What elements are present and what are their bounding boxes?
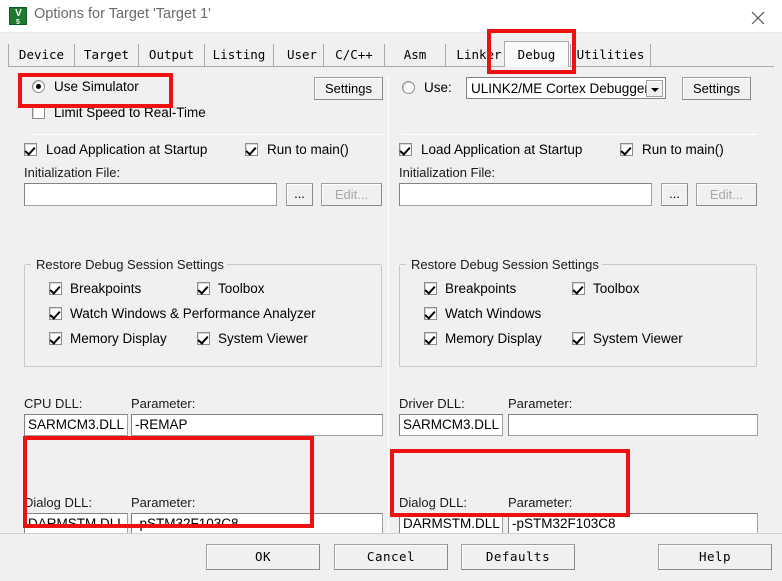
simulator-panel: Use Simulator Limit Speed to Real-Time S… bbox=[18, 73, 388, 559]
left-memory-display-checkbox[interactable] bbox=[49, 332, 62, 345]
left-init-file-input[interactable] bbox=[24, 183, 277, 206]
left-browse-button[interactable]: ... bbox=[286, 183, 313, 206]
left-init-file-label: Initialization File: bbox=[24, 165, 121, 180]
left-breakpoints-checkbox[interactable] bbox=[49, 282, 62, 295]
left-toolbox-checkbox[interactable] bbox=[197, 282, 210, 295]
use-simulator-label[interactable]: Use Simulator bbox=[54, 79, 139, 94]
left-dialog-parameter-input[interactable]: -pSTM32F103C8 bbox=[131, 513, 383, 535]
tab-c-cpp[interactable]: C/C++ bbox=[323, 44, 385, 66]
left-system-viewer-label[interactable]: System Viewer bbox=[218, 331, 308, 346]
right-browse-button[interactable]: ... bbox=[661, 183, 688, 206]
tab-device[interactable]: Device bbox=[8, 44, 75, 66]
right-run-to-main-label[interactable]: Run to main() bbox=[642, 142, 724, 157]
right-load-application-label[interactable]: Load Application at Startup bbox=[421, 142, 582, 157]
tab-target[interactable]: Target bbox=[74, 44, 139, 66]
right-breakpoints-checkbox[interactable] bbox=[424, 282, 437, 295]
right-restore-session-title: Restore Debug Session Settings bbox=[408, 257, 602, 272]
debugger-panel: Use: ULINK2/ME Cortex Debugger Settings … bbox=[390, 73, 768, 559]
panel-divider bbox=[388, 75, 389, 559]
right-dialog-parameter-label: Parameter: bbox=[508, 495, 573, 510]
chevron-down-icon[interactable] bbox=[646, 80, 663, 97]
limit-speed-checkbox[interactable] bbox=[32, 106, 45, 119]
right-load-application-checkbox[interactable] bbox=[399, 143, 412, 156]
left-dialog-dll-label: Dialog DLL: bbox=[24, 495, 92, 510]
driver-parameter-label: Parameter: bbox=[508, 396, 573, 411]
left-dialog-parameter-label: Parameter: bbox=[131, 495, 196, 510]
right-run-to-main-checkbox[interactable] bbox=[620, 143, 633, 156]
tab-underline bbox=[8, 66, 774, 67]
tab-output[interactable]: Output bbox=[138, 44, 205, 66]
driver-parameter-input[interactable] bbox=[508, 414, 758, 436]
right-watch-windows-label[interactable]: Watch Windows bbox=[445, 306, 541, 321]
right-breakpoints-label[interactable]: Breakpoints bbox=[445, 281, 516, 296]
window-title: Options for Target 'Target 1' bbox=[34, 6, 211, 22]
left-breakpoints-label[interactable]: Breakpoints bbox=[70, 281, 141, 296]
right-dialog-dll-input[interactable]: DARMSTM.DLL bbox=[399, 513, 503, 535]
debugger-settings-button[interactable]: Settings bbox=[682, 77, 751, 100]
tab-utilities[interactable]: Utilities bbox=[570, 44, 651, 66]
left-restore-session-title: Restore Debug Session Settings bbox=[33, 257, 227, 272]
left-watch-windows-checkbox[interactable] bbox=[49, 307, 62, 320]
debugger-select[interactable]: ULINK2/ME Cortex Debugger bbox=[466, 77, 666, 99]
right-system-viewer-checkbox[interactable] bbox=[572, 332, 585, 345]
left-separator bbox=[30, 134, 385, 135]
driver-dll-label: Driver DLL: bbox=[399, 396, 465, 411]
simulator-settings-button[interactable]: Settings bbox=[314, 77, 383, 100]
tab-listing[interactable]: Listing bbox=[204, 44, 274, 66]
tab-linker[interactable]: Linker bbox=[445, 44, 513, 66]
tab-debug[interactable]: Debug bbox=[504, 41, 569, 67]
limit-speed-label[interactable]: Limit Speed to Real-Time bbox=[54, 105, 206, 120]
left-load-application-label[interactable]: Load Application at Startup bbox=[46, 142, 207, 157]
right-toolbox-label[interactable]: Toolbox bbox=[593, 281, 640, 296]
left-dialog-dll-input[interactable]: DARMSTM.DLL bbox=[24, 513, 128, 535]
debugger-select-value: ULINK2/ME Cortex Debugger bbox=[471, 81, 649, 96]
help-button[interactable]: Help bbox=[658, 544, 772, 570]
right-memory-display-label[interactable]: Memory Display bbox=[445, 331, 542, 346]
keil-uvision-icon: V5 bbox=[9, 7, 27, 26]
right-restore-session-group: Restore Debug Session Settings Breakpoin… bbox=[399, 257, 757, 367]
left-edit-button[interactable]: Edit... bbox=[321, 183, 382, 206]
tab-strip: Device Target Output Listing User C/C++ … bbox=[8, 41, 774, 67]
right-separator bbox=[402, 134, 757, 135]
left-system-viewer-checkbox[interactable] bbox=[197, 332, 210, 345]
right-init-file-label: Initialization File: bbox=[399, 165, 496, 180]
right-dialog-dll-label: Dialog DLL: bbox=[399, 495, 467, 510]
right-toolbox-checkbox[interactable] bbox=[572, 282, 585, 295]
close-icon[interactable] bbox=[736, 0, 782, 32]
left-run-to-main-label[interactable]: Run to main() bbox=[267, 142, 349, 157]
dialog-footer: OK Cancel Defaults Help bbox=[0, 533, 782, 581]
right-init-file-input[interactable] bbox=[399, 183, 652, 206]
tab-asm[interactable]: Asm bbox=[384, 44, 446, 66]
right-system-viewer-label[interactable]: System Viewer bbox=[593, 331, 683, 346]
cpu-dll-label: CPU DLL: bbox=[24, 396, 83, 411]
use-debugger-label[interactable]: Use: bbox=[424, 80, 452, 95]
left-watch-windows-label[interactable]: Watch Windows & Performance Analyzer bbox=[70, 306, 316, 321]
left-load-application-checkbox[interactable] bbox=[24, 143, 37, 156]
left-memory-display-label[interactable]: Memory Display bbox=[70, 331, 167, 346]
ok-button[interactable]: OK bbox=[206, 544, 320, 570]
dialog-client-area: Device Target Output Listing User C/C++ … bbox=[0, 33, 782, 581]
defaults-button[interactable]: Defaults bbox=[461, 544, 575, 570]
options-dialog: V5 Options for Target 'Target 1' Device … bbox=[0, 0, 782, 581]
right-edit-button[interactable]: Edit... bbox=[696, 183, 757, 206]
left-toolbox-label[interactable]: Toolbox bbox=[218, 281, 265, 296]
left-restore-session-group: Restore Debug Session Settings Breakpoin… bbox=[24, 257, 382, 367]
cpu-parameter-label: Parameter: bbox=[131, 396, 196, 411]
left-run-to-main-checkbox[interactable] bbox=[245, 143, 258, 156]
title-bar: V5 Options for Target 'Target 1' bbox=[0, 0, 782, 33]
right-dialog-parameter-input[interactable]: -pSTM32F103C8 bbox=[508, 513, 758, 535]
use-debugger-radio[interactable] bbox=[402, 81, 415, 94]
use-simulator-radio[interactable] bbox=[32, 80, 45, 93]
driver-dll-input[interactable]: SARMCM3.DLL bbox=[399, 414, 503, 436]
cpu-parameter-input[interactable]: -REMAP bbox=[131, 414, 383, 436]
cancel-button[interactable]: Cancel bbox=[334, 544, 448, 570]
right-watch-windows-checkbox[interactable] bbox=[424, 307, 437, 320]
right-memory-display-checkbox[interactable] bbox=[424, 332, 437, 345]
cpu-dll-input[interactable]: SARMCM3.DLL bbox=[24, 414, 128, 436]
